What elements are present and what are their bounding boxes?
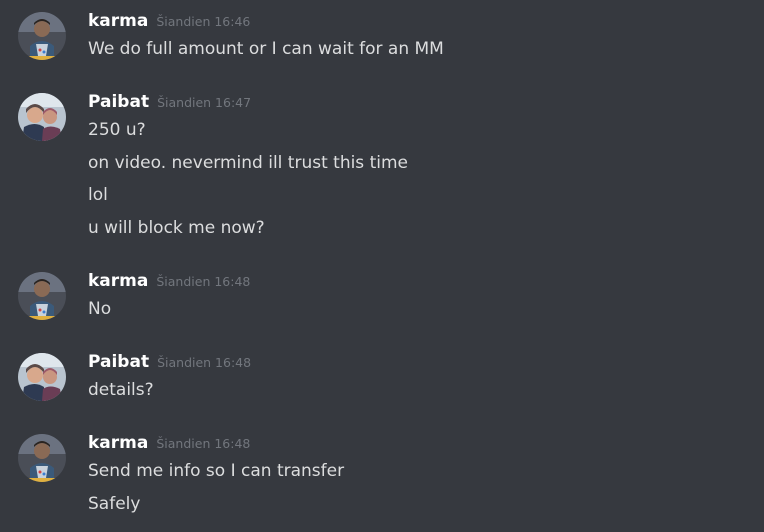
username[interactable]: Paibat [88, 352, 149, 372]
user-avatar[interactable] [18, 93, 66, 141]
message-text: No [88, 299, 112, 319]
message-header: karma Šiandien 16:46 [88, 11, 250, 35]
username[interactable]: karma [88, 11, 148, 31]
message-header: Paibat Šiandien 16:48 [88, 352, 251, 376]
message-text: We do full amount or I can wait for an M… [88, 39, 444, 59]
message-text: lol [88, 185, 108, 205]
message-header: karma Šiandien 16:48 [88, 433, 250, 457]
timestamp: Šiandien 16:47 [157, 95, 252, 110]
username[interactable]: karma [88, 433, 148, 453]
message-text: Safely [88, 494, 141, 514]
message-text: 250 u? [88, 120, 146, 140]
user-avatar[interactable] [18, 434, 66, 482]
timestamp: Šiandien 16:48 [157, 355, 252, 370]
user-avatar[interactable] [18, 353, 66, 401]
timestamp: Šiandien 16:46 [156, 14, 251, 29]
username[interactable]: karma [88, 271, 148, 291]
timestamp: Šiandien 16:48 [156, 274, 251, 289]
user-avatar[interactable] [18, 12, 66, 60]
message-text: u will block me now? [88, 218, 265, 238]
message-header: Paibat Šiandien 16:47 [88, 92, 251, 116]
message-text: on video. nevermind ill trust this time [88, 153, 408, 173]
timestamp: Šiandien 16:48 [156, 436, 251, 451]
message-text: details? [88, 380, 154, 400]
user-avatar[interactable] [18, 272, 66, 320]
message-header: karma Šiandien 16:48 [88, 271, 250, 295]
message-text: Send me info so I can transfer [88, 461, 345, 481]
username[interactable]: Paibat [88, 92, 149, 112]
